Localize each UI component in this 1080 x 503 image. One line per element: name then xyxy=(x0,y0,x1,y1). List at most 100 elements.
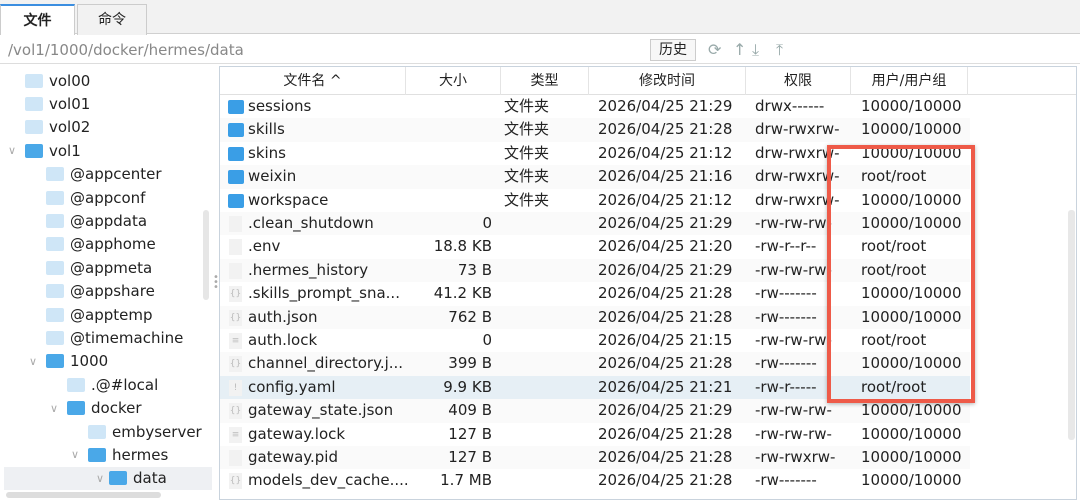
tree-item-label: vol02 xyxy=(49,118,91,137)
tree-item[interactable]: embyserver xyxy=(0,420,212,443)
folder-icon xyxy=(88,424,106,439)
file-name: .hermes_history xyxy=(248,260,369,279)
file-icon xyxy=(229,450,242,466)
col-size[interactable]: 大小 xyxy=(406,67,501,95)
file-type: 文件夹 xyxy=(504,167,550,186)
refresh-icon[interactable]: ⟳ xyxy=(708,40,721,59)
up-icon[interactable]: ↑ xyxy=(733,40,746,59)
folder-icon xyxy=(46,167,64,182)
file-modified: 2026/04/25 21:16 xyxy=(598,167,733,186)
tree-item[interactable]: ∨ 1000 xyxy=(0,350,212,373)
tree-item[interactable]: .@#local xyxy=(0,373,212,396)
file-name: skins xyxy=(248,143,286,162)
tree-item-label: vol1 xyxy=(49,141,81,160)
path-input[interactable]: /vol1/1000/docker/hermes/data xyxy=(8,41,244,59)
file-size: 1.7 MB xyxy=(440,471,492,490)
file-name: auth.lock xyxy=(248,331,318,349)
upload-icon[interactable]: ⤒ xyxy=(776,40,783,60)
file-permission: -rw-rw-rw- xyxy=(755,424,832,443)
file-modified: 2026/04/25 21:29 xyxy=(598,401,733,420)
table-row[interactable]: gateway.pid 127 B 2026/04/25 21:28 -rw-rwxr… xyxy=(220,446,970,470)
chevron-down-icon[interactable]: ∨ xyxy=(50,402,58,415)
file-icon: {} xyxy=(229,309,242,326)
tree-item[interactable]: ∨ vol1 xyxy=(0,139,212,162)
col-owner[interactable]: 用户/用户组 xyxy=(851,67,968,95)
col-type[interactable]: 类型 xyxy=(501,67,589,95)
table-row[interactable]: ≡ gateway.lock 127 B 2026/04/25 21:28 -rw-rw… xyxy=(220,423,970,446)
table-row[interactable]: {} models_dev_cache.... 1.7 MB 2026/04/25 2… xyxy=(220,469,970,492)
folder-icon xyxy=(67,401,85,416)
tree-item[interactable]: ∨ docker xyxy=(0,397,212,420)
table-scrollbar[interactable] xyxy=(1068,210,1075,440)
tree-item-label: docker xyxy=(91,399,142,418)
tree-item[interactable]: ∨ data xyxy=(4,466,212,490)
file-modified: 2026/04/25 21:28 xyxy=(598,284,733,303)
file-icon xyxy=(229,262,242,279)
chevron-down-icon[interactable]: ∨ xyxy=(29,355,37,368)
file-size: 127 B xyxy=(448,448,492,466)
file-icon: {} xyxy=(229,403,242,420)
col-permission[interactable]: 权限 xyxy=(746,67,851,95)
folder-icon xyxy=(46,237,64,252)
file-modified: 2026/04/25 21:15 xyxy=(598,331,733,349)
table-row[interactable]: sessions 文件夹 2026/04/25 21:29 drwx------ 100… xyxy=(220,95,970,118)
tree-item-label: vol00 xyxy=(49,71,91,90)
file-permission: -rw-r----- xyxy=(755,377,817,396)
tree-item[interactable]: @timemachine xyxy=(0,326,212,349)
download-icon[interactable]: ⤓ xyxy=(752,40,759,60)
file-owner: 10000/10000 xyxy=(861,97,962,115)
tree-scrollbar[interactable] xyxy=(203,210,209,300)
tree-item[interactable]: vol02 xyxy=(0,116,212,139)
file-modified: 2026/04/25 21:12 xyxy=(598,143,733,162)
folder-icon xyxy=(228,193,244,208)
tree-item[interactable]: @apphome xyxy=(0,233,212,256)
tree-item[interactable]: vol01 xyxy=(0,92,212,115)
file-icon: ! xyxy=(229,379,242,396)
tree-item[interactable]: @appshare xyxy=(0,280,212,303)
file-size: 18.8 KB xyxy=(433,237,492,256)
tree-item[interactable]: @appcenter xyxy=(0,163,212,186)
file-modified: 2026/04/25 21:28 xyxy=(598,120,733,139)
folder-tree: vol00 vol01 vol02 ∨ vol1 @appcenter @appconf @a… xyxy=(0,66,212,503)
tree-hscrollbar[interactable] xyxy=(6,492,161,498)
tree-item[interactable]: @apptemp xyxy=(0,303,212,326)
file-name: workspace xyxy=(248,190,329,209)
file-icon: ≡ xyxy=(229,333,242,349)
tree-item-label: @apptemp xyxy=(70,305,153,324)
col-name[interactable]: 文件名 ^ xyxy=(220,67,406,95)
folder-icon xyxy=(25,96,43,111)
folder-icon xyxy=(46,213,64,228)
tree-item[interactable]: @appmeta xyxy=(0,256,212,279)
file-modified: 2026/04/25 21:20 xyxy=(598,237,733,256)
history-button[interactable]: 历史 xyxy=(650,39,696,61)
table-row[interactable]: skills 文件夹 2026/04/25 21:28 drw-rwxrw- 10000… xyxy=(220,118,970,142)
chevron-down-icon[interactable]: ∨ xyxy=(71,448,79,461)
tree-item-label: @appshare xyxy=(70,282,155,301)
file-size: 41.2 KB xyxy=(433,284,492,303)
file-permission: -rw------- xyxy=(755,471,817,490)
file-modified: 2026/04/25 21:28 xyxy=(598,471,733,490)
tab-files[interactable]: 文件 xyxy=(0,4,75,35)
file-name: models_dev_cache.... xyxy=(248,471,409,490)
file-size: 399 B xyxy=(448,354,492,373)
tree-item[interactable]: vol00 xyxy=(0,69,212,92)
tree-item-label: hermes xyxy=(112,445,169,464)
file-modified: 2026/04/25 21:28 xyxy=(598,448,733,466)
tab-commands[interactable]: 命令 xyxy=(77,4,147,35)
chevron-down-icon[interactable]: ∨ xyxy=(96,472,104,485)
tree-item[interactable]: @appconf xyxy=(0,186,212,209)
file-permission: -rw-r--r-- xyxy=(755,237,817,256)
chevron-down-icon[interactable]: ∨ xyxy=(8,144,16,157)
tree-item[interactable]: @appdata xyxy=(0,209,212,232)
folder-icon xyxy=(228,100,244,114)
tree-item[interactable]: ∨ hermes xyxy=(0,443,212,466)
table-header: 文件名 ^ 大小 类型 修改时间 权限 用户/用户组 xyxy=(220,67,1076,95)
file-modified: 2026/04/25 21:21 xyxy=(598,377,733,396)
folder-icon xyxy=(46,330,64,345)
file-name: gateway.lock xyxy=(248,424,346,443)
file-size: 73 B xyxy=(457,260,492,279)
file-permission: -rw-rw-rw- xyxy=(755,214,832,232)
file-type: 文件夹 xyxy=(504,190,550,209)
col-modified[interactable]: 修改时间 xyxy=(589,67,746,95)
tree-item-label: @apphome xyxy=(70,235,156,254)
